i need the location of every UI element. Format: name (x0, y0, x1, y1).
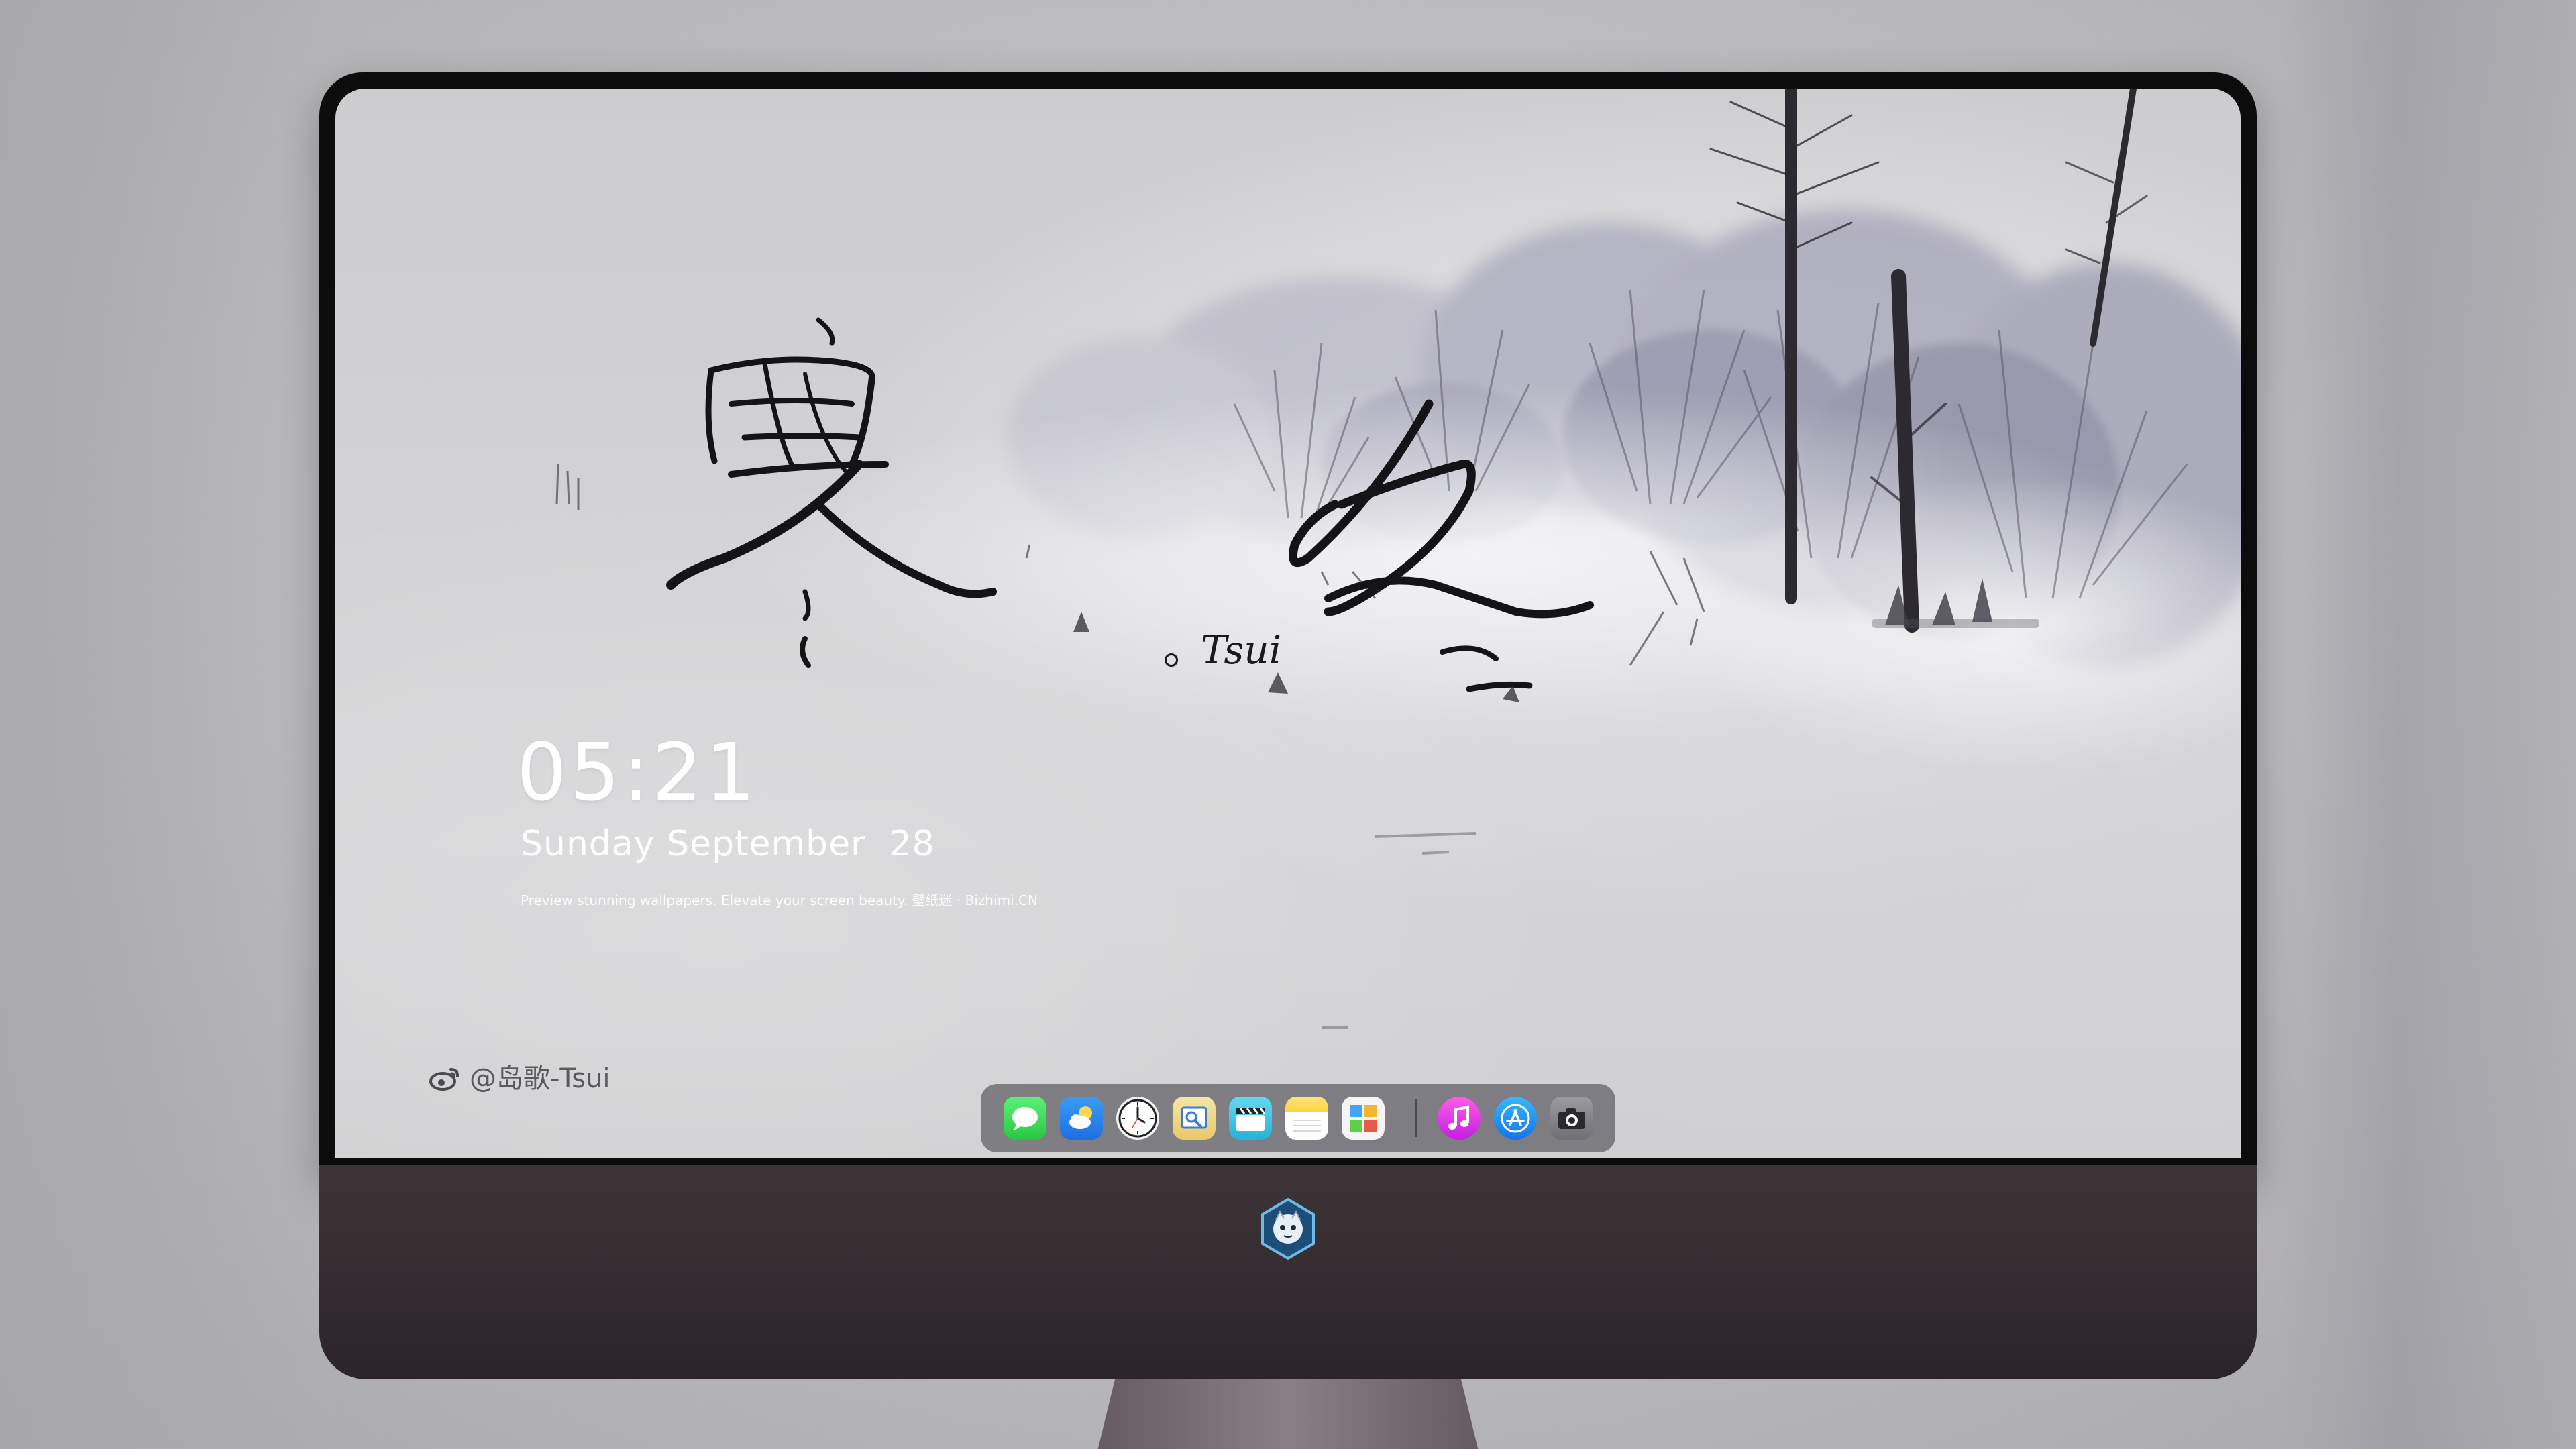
weibo-icon (429, 1068, 459, 1091)
dock-item-clock[interactable] (1116, 1097, 1159, 1140)
dock-separator (1415, 1099, 1417, 1137)
lock-screen-time: 05:21 (517, 726, 759, 818)
dock-item-clips[interactable] (1229, 1097, 1272, 1140)
author-handle-text: @岛歌-Tsui (470, 1063, 610, 1094)
preview-icon (1181, 1106, 1208, 1129)
dock (981, 1084, 1615, 1152)
monitor: Tsui 05:21 Sunday September 28 Preview s… (319, 72, 2257, 1449)
dock-item-app-store[interactable] (1494, 1097, 1537, 1140)
dock-item-music[interactable] (1438, 1097, 1481, 1140)
dock-item-preview[interactable] (1173, 1097, 1216, 1140)
dock-item-messages[interactable] (1004, 1097, 1046, 1140)
notes-icon (1293, 1120, 1321, 1132)
dock-item-notes[interactable] (1285, 1097, 1328, 1140)
background-blur-right (2281, 0, 2576, 1449)
signature-dot (1165, 653, 1178, 667)
dock-item-photos[interactable] (1342, 1097, 1385, 1140)
app-store-icon (1501, 1104, 1530, 1133)
author-handle: @岛歌-Tsui (429, 1065, 610, 1092)
clock-icon (1118, 1099, 1157, 1138)
artist-signature: Tsui (1201, 627, 1282, 673)
lock-screen-date: Sunday September 28 (521, 824, 935, 864)
dock-item-weather[interactable] (1060, 1097, 1103, 1140)
calligraphy-artwork (666, 317, 1594, 702)
photos-icon (1350, 1105, 1377, 1132)
clapperboard-icon (1236, 1108, 1266, 1131)
music-note-icon (1448, 1105, 1469, 1130)
mascot-logo-icon (1261, 1197, 1315, 1260)
speech-bubble-icon (1012, 1107, 1038, 1131)
background-blur-left (0, 0, 322, 1449)
wallpaper-tagline: Preview stunning wallpapers. Elevate you… (521, 892, 1038, 908)
monitor-stand (1097, 1379, 1479, 1449)
cloud-sun-icon (1069, 1106, 1092, 1129)
dock-item-camera[interactable] (1550, 1097, 1593, 1140)
camera-icon (1558, 1108, 1585, 1129)
lock-screen[interactable]: Tsui 05:21 Sunday September 28 Preview s… (335, 89, 2241, 1158)
